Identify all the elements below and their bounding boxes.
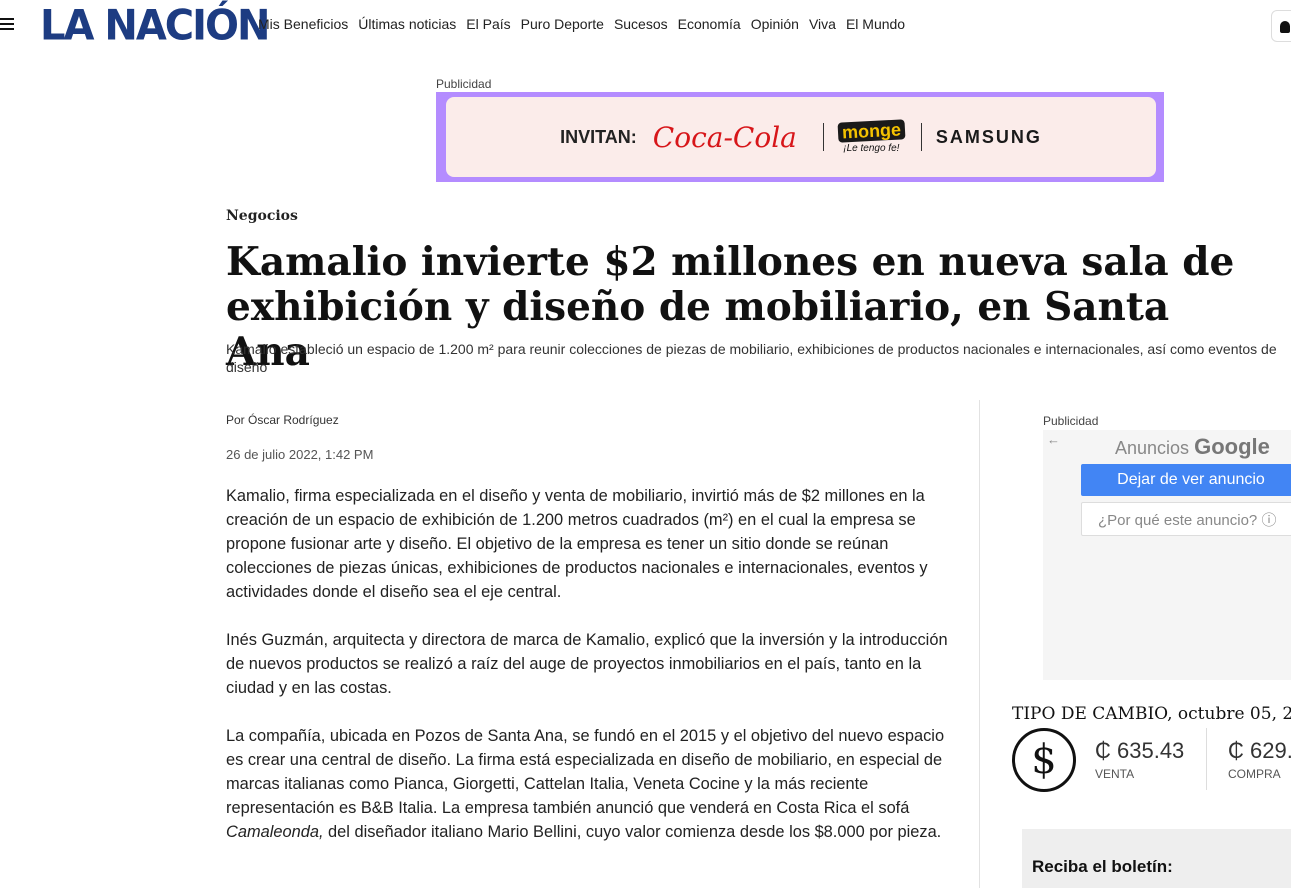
- article-paragraph: Inés Guzmán, arquitecta y directora de m…: [226, 631, 948, 697]
- google-logo: Google: [1194, 434, 1270, 459]
- article-paragraph: Kamalio, firma especializada en el diseñ…: [226, 487, 928, 601]
- exchange-sell-label: VENTA: [1095, 767, 1135, 781]
- article-subheadline: Kamalio estableció un espacio de 1.200 m…: [226, 341, 1277, 375]
- samsung-logo: SAMSUNG: [935, 126, 1042, 147]
- why-this-ad-button[interactable]: ¿Por qué este anuncio? ⓘ: [1081, 502, 1291, 536]
- banner-ad-content: INVITAN: Coca-Cola monge ¡Le tengo fe! S…: [446, 97, 1156, 177]
- banner-divider: [822, 123, 824, 151]
- nav-opinion[interactable]: Opinión: [751, 16, 799, 32]
- sidebar-ad-label: Publicidad: [1043, 414, 1099, 428]
- article-byline[interactable]: Por Óscar Rodríguez: [226, 413, 339, 427]
- site-header: LA NACIÓN Mis Beneficios Últimas noticia…: [0, 0, 1291, 52]
- exchange-rate-title: TIPO DE CAMBIO, octubre 05, 2022: [1012, 704, 1291, 724]
- article-date: 26 de julio 2022, 1:42 PM: [226, 447, 374, 462]
- nav-puro-deporte[interactable]: Puro Deporte: [521, 16, 604, 32]
- exchange-sell-value: ₵ 635.43: [1095, 738, 1185, 763]
- banner-invitan-text: INVITAN:: [560, 126, 637, 147]
- nav-viva[interactable]: Viva: [809, 16, 836, 32]
- hamburger-menu-icon[interactable]: [0, 13, 20, 37]
- sidebar-ad: ← Anuncios Google Dejar de ver anuncio ¿…: [1043, 430, 1291, 680]
- newsletter-box: Reciba el boletín:: [1022, 829, 1291, 888]
- main-nav: Mis Beneficios Últimas noticias El País …: [258, 16, 915, 32]
- nav-ultimas-noticias[interactable]: Últimas noticias: [358, 16, 456, 32]
- column-divider: [979, 400, 980, 888]
- exchange-buy-label: COMPRA: [1228, 767, 1281, 781]
- back-arrow-icon[interactable]: ←: [1047, 432, 1060, 447]
- nav-mis-beneficios[interactable]: Mis Beneficios: [258, 16, 348, 32]
- dollar-icon: $: [1012, 728, 1076, 792]
- monge-logo: monge ¡Le tengo fe!: [837, 118, 906, 154]
- nav-economia[interactable]: Economía: [678, 16, 741, 32]
- top-banner-ad[interactable]: INVITAN: Coca-Cola monge ¡Le tengo fe! S…: [436, 92, 1164, 182]
- stop-seeing-ad-button[interactable]: Dejar de ver anuncio: [1081, 464, 1291, 496]
- nav-el-mundo[interactable]: El Mundo: [846, 16, 905, 32]
- article-body: Kamalio, firma especializada en el diseñ…: [226, 484, 956, 868]
- newsletter-title: Reciba el boletín:: [1032, 857, 1173, 876]
- ad-label: Publicidad: [436, 77, 492, 91]
- exchange-buy-value: ₵ 629.: [1228, 738, 1291, 763]
- exchange-divider: [1206, 728, 1207, 790]
- site-logo[interactable]: LA NACIÓN: [40, 5, 271, 47]
- nav-sucesos[interactable]: Sucesos: [614, 16, 668, 32]
- banner-divider: [920, 123, 922, 151]
- article-paragraph: La compañía, ubicada en Pozos de Santa A…: [226, 727, 945, 841]
- nav-el-pais[interactable]: El País: [466, 16, 510, 32]
- section-link[interactable]: Negocios: [226, 208, 298, 224]
- ads-by-google: Anuncios Google: [1115, 434, 1270, 459]
- coca-cola-logo: Coca-Cola: [652, 120, 797, 154]
- user-account-icon[interactable]: [1271, 10, 1291, 42]
